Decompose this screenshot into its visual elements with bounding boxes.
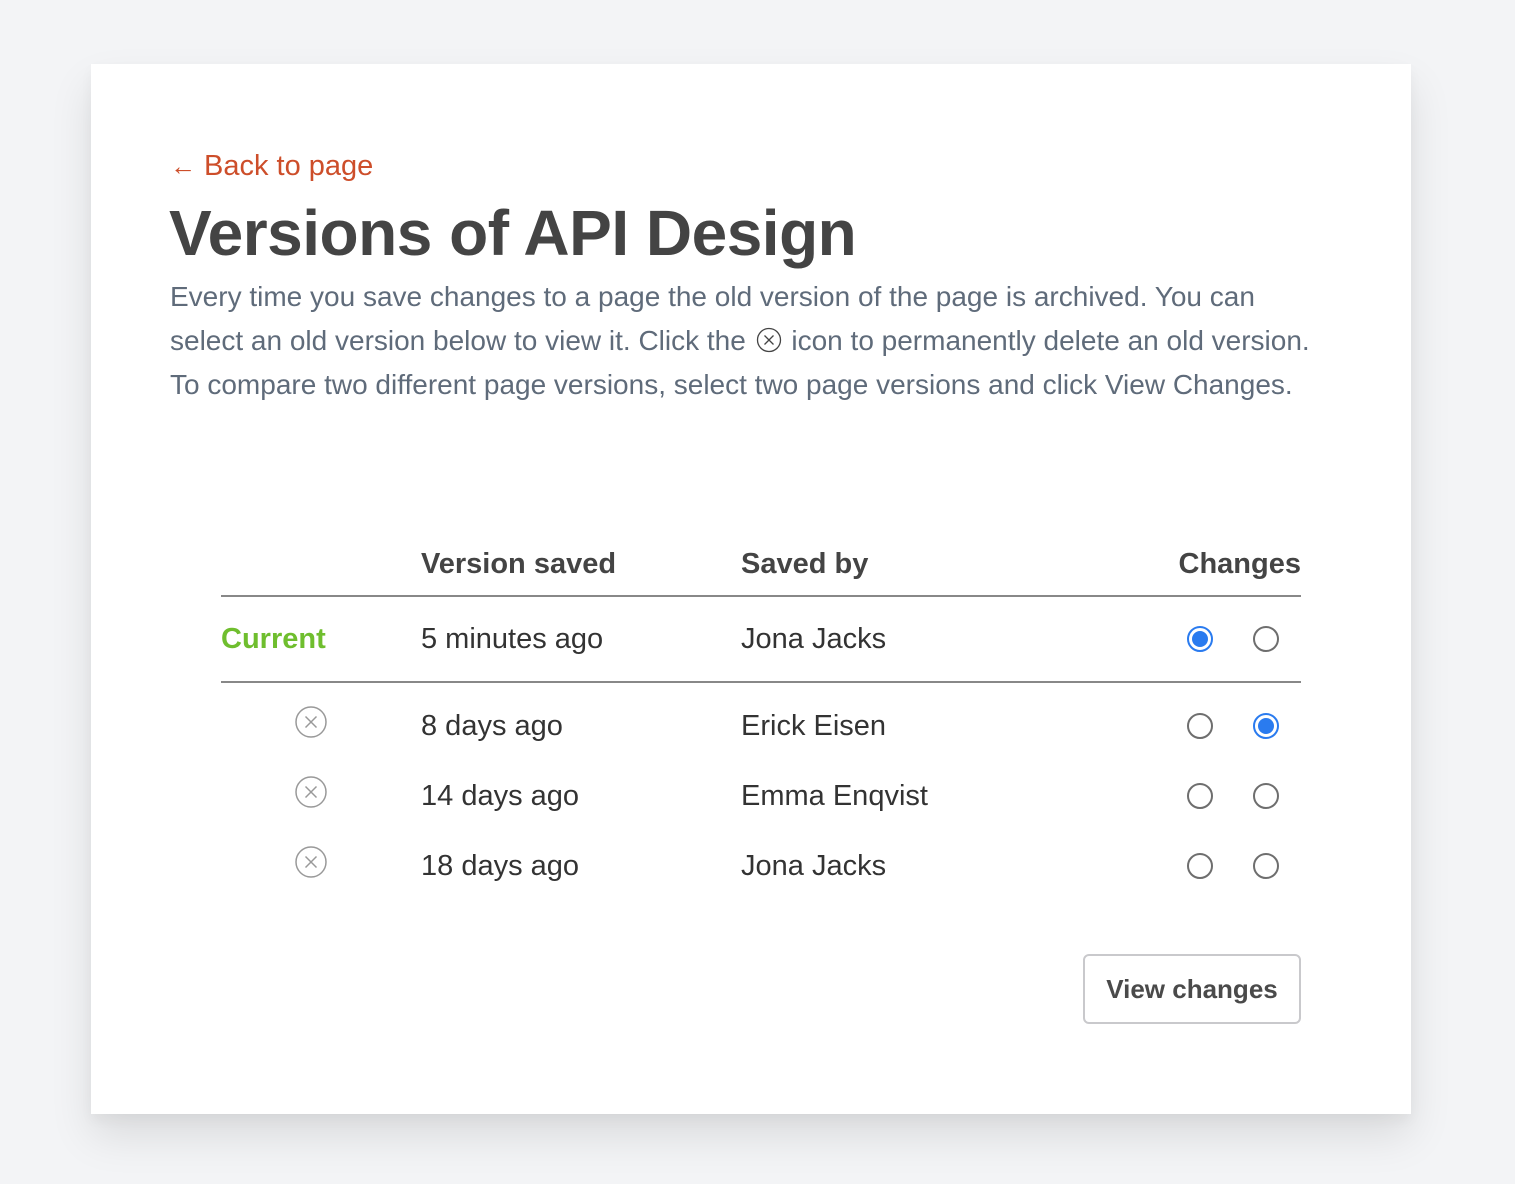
delete-version-icon[interactable] [294, 705, 328, 739]
compare-to-radio[interactable] [1253, 853, 1279, 879]
delete-version-icon[interactable] [294, 845, 328, 879]
compare-from-radio[interactable] [1187, 713, 1213, 739]
compare-to-radio[interactable] [1253, 626, 1279, 652]
versions-card: ← Back to page Versions of API Design Ev… [91, 64, 1411, 1114]
versions-table: Version saved Saved by Changes Current 5… [221, 534, 1301, 901]
arrow-left-icon: ← [170, 151, 196, 181]
current-label: Current [221, 622, 326, 655]
compare-from-radio[interactable] [1187, 853, 1213, 879]
table-header: Version saved Saved by Changes [221, 534, 1301, 597]
back-to-page-link[interactable]: ← Back to page [170, 150, 373, 183]
table-row: 14 days ago Emma Enqvist [221, 761, 1301, 831]
saved-by: Jona Jacks [741, 622, 887, 655]
compare-to-radio[interactable] [1253, 783, 1279, 809]
compare-from-radio[interactable] [1187, 783, 1213, 809]
compare-to-radio[interactable] [1253, 713, 1279, 739]
table-row: 8 days ago Erick Eisen [221, 691, 1301, 761]
saved-by: Erick Eisen [741, 709, 887, 742]
page-title: Versions of API Design [169, 197, 857, 269]
intro-text: Every time you save changes to a page th… [170, 275, 1330, 407]
compare-from-radio[interactable] [1187, 626, 1213, 652]
version-saved: 14 days ago [421, 779, 580, 812]
header-version-saved: Version saved [421, 548, 617, 580]
delete-version-icon[interactable] [294, 775, 328, 809]
compare-radios [1187, 853, 1279, 879]
compare-radios [1187, 783, 1279, 809]
table-row: 18 days ago Jona Jacks [221, 831, 1301, 901]
version-saved: 18 days ago [421, 849, 580, 882]
table-row-current: Current 5 minutes ago Jona Jacks [221, 597, 1301, 683]
delete-circle-x-icon [756, 327, 781, 353]
compare-radios [1187, 626, 1279, 652]
view-changes-button[interactable]: View changes [1083, 954, 1301, 1024]
saved-by: Emma Enqvist [741, 779, 928, 812]
version-saved: 8 days ago [421, 709, 563, 742]
back-link-label: Back to page [204, 150, 374, 182]
compare-radios [1187, 713, 1279, 739]
header-changes: Changes [1178, 548, 1301, 580]
saved-by: Jona Jacks [741, 849, 887, 882]
version-saved: 5 minutes ago [421, 622, 604, 655]
header-saved-by: Saved by [741, 548, 869, 580]
